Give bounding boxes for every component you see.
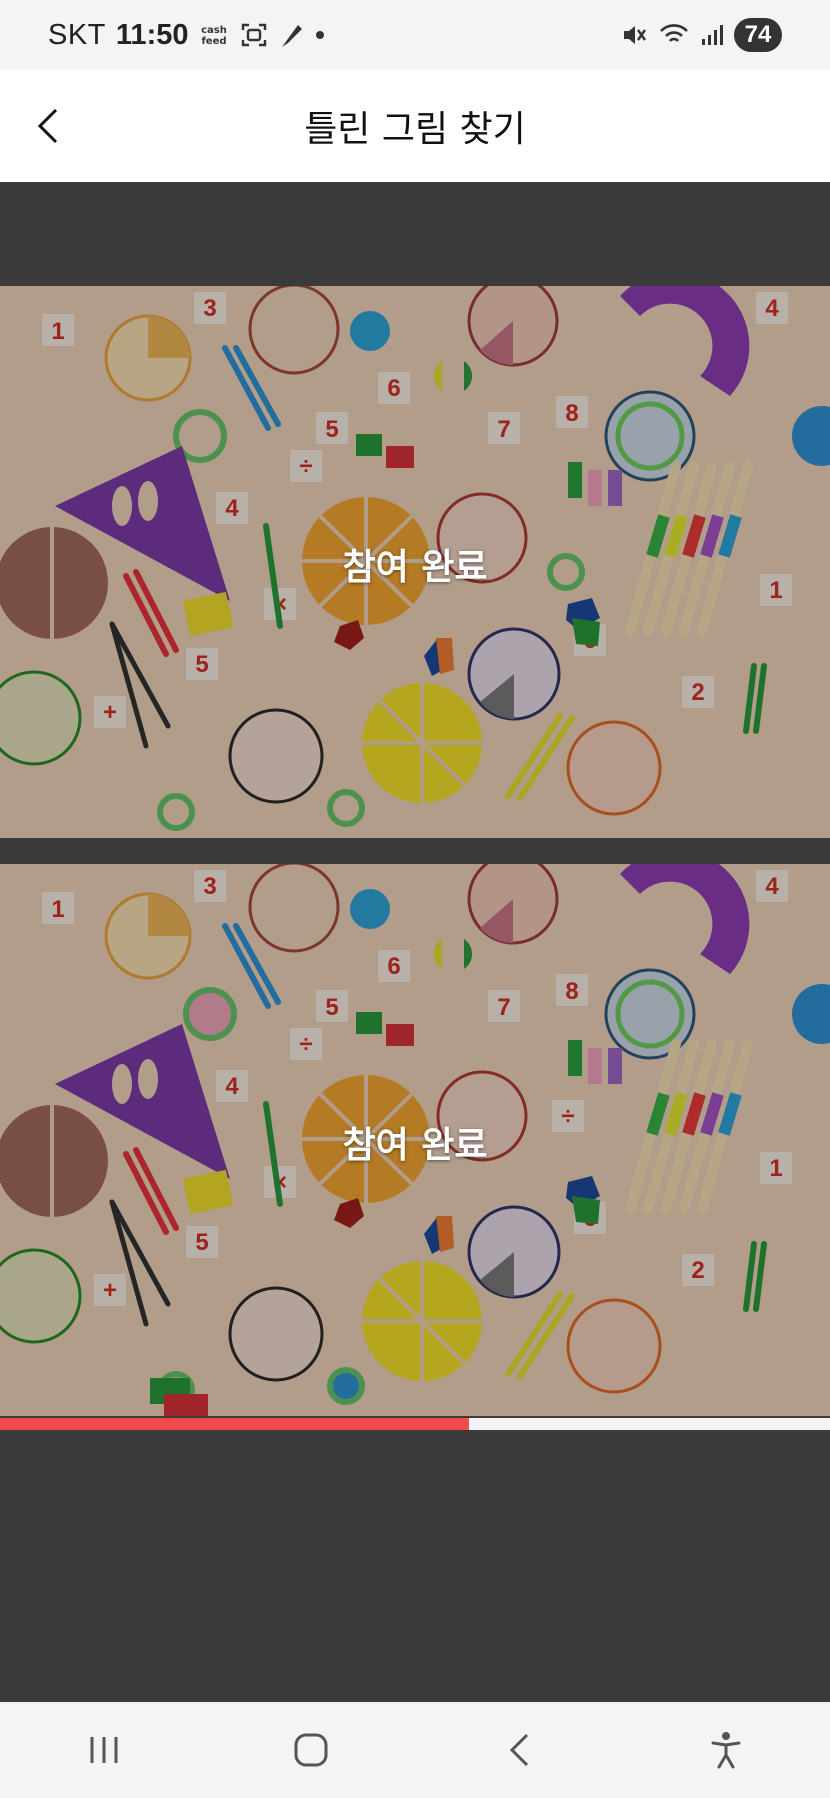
cash-feed-icon: cash feed bbox=[198, 22, 230, 48]
progress-fill bbox=[0, 1418, 469, 1430]
progress-bar bbox=[0, 1418, 830, 1430]
clock-label: 11:50 bbox=[115, 18, 189, 51]
app-header: 틀린 그림 찾기 bbox=[0, 70, 830, 182]
system-nav-bar bbox=[0, 1702, 830, 1798]
accessibility-icon bbox=[711, 1732, 741, 1769]
back-button[interactable] bbox=[28, 104, 68, 148]
puzzle-area: 1 3 6 5 7 8 4 4 5 6 1 2 + × ÷ bbox=[0, 182, 830, 1702]
wifi-icon bbox=[658, 21, 690, 49]
chevron-left-icon bbox=[37, 108, 58, 144]
recents-icon bbox=[90, 1737, 118, 1763]
home-icon bbox=[294, 1733, 328, 1767]
system-back-button[interactable] bbox=[479, 1720, 559, 1780]
carrier-label: SKT bbox=[48, 18, 106, 51]
home-button[interactable] bbox=[271, 1720, 351, 1780]
mute-icon bbox=[620, 21, 648, 49]
signal-icon bbox=[700, 23, 724, 47]
back-chevron-icon bbox=[509, 1733, 528, 1767]
battery-badge: 74 bbox=[734, 18, 782, 52]
completed-label: 참여 완료 bbox=[342, 1125, 488, 1166]
status-bar: SKT 11:50 cash feed 74 bbox=[0, 0, 830, 70]
puzzle-image-modified[interactable]: 1 3 6 5 7 8 4 4 5 6 1 2 + × ÷ ÷ bbox=[0, 864, 830, 1416]
puzzle-image-original[interactable]: 1 3 6 5 7 8 4 4 5 6 1 2 + × ÷ bbox=[0, 286, 830, 838]
recents-button[interactable] bbox=[64, 1720, 144, 1780]
svg-text:feed: feed bbox=[202, 36, 227, 47]
screenshot-icon bbox=[240, 21, 268, 49]
accessibility-button[interactable] bbox=[686, 1720, 766, 1780]
completed-label: 참여 완료 bbox=[342, 547, 488, 588]
notification-dot-icon bbox=[314, 29, 326, 41]
svg-text:cash: cash bbox=[202, 25, 228, 36]
feather-icon bbox=[278, 21, 304, 49]
page-title: 틀린 그림 찾기 bbox=[304, 109, 526, 150]
